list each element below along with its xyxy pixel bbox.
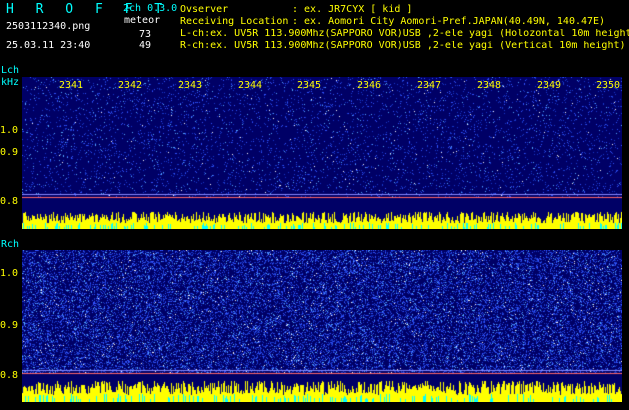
time-tick: 2344	[238, 80, 263, 91]
lch-receiver-info: L-ch:ex. UV5R 113.900Mhz(SAPPORO VOR)USB…	[180, 29, 629, 39]
lch-ytick: 0.9	[0, 147, 19, 158]
time-tick: 2347	[417, 80, 442, 91]
rch-spectrogram	[22, 250, 622, 402]
time-tick: 2343	[178, 80, 203, 91]
time-tick: 2348	[477, 80, 502, 91]
rch-meteor-count: 49	[139, 40, 152, 51]
lch-spectrogram	[22, 77, 622, 229]
lch-ytick: 0.8	[0, 196, 19, 207]
location-value: : ex. Aomori City Aomori-Pref.JAPAN(40.4…	[292, 16, 606, 27]
rch-ytick: 0.8	[0, 370, 19, 381]
time-tick: 2349	[537, 80, 562, 91]
filename-label: 2503112340.png	[6, 21, 91, 32]
rch-ytick: 0.9	[0, 320, 19, 331]
rch-ytick: 1.0	[0, 268, 19, 279]
rch-receiver-info: R-ch:ex. UV5R 113.900Mhz(SAPPORO VOR)USB…	[180, 41, 626, 51]
time-tick: 2345	[297, 80, 322, 91]
time-tick: 2341	[59, 80, 84, 91]
lch-channel-label: Lch	[1, 65, 20, 76]
observer-label: Ovserver	[180, 4, 229, 15]
observer-value: : ex. JR7CYX [ kid ]	[292, 4, 413, 15]
rch-channel-label: Rch	[1, 239, 20, 250]
lch-unit-label: kHz	[1, 77, 20, 88]
lch-ytick: 1.0	[0, 125, 19, 136]
meteor-label: meteor	[124, 15, 161, 26]
datetime-label: 25.03.11 23:40	[6, 40, 91, 51]
time-tick: 2346	[357, 80, 382, 91]
time-tick: 2350	[596, 80, 621, 91]
time-tick: 2342	[118, 80, 143, 91]
location-label: Receiving Location	[180, 16, 289, 27]
lch-meteor-count: 73	[139, 29, 152, 40]
version-label: 2ch 0.3.0	[123, 3, 178, 14]
